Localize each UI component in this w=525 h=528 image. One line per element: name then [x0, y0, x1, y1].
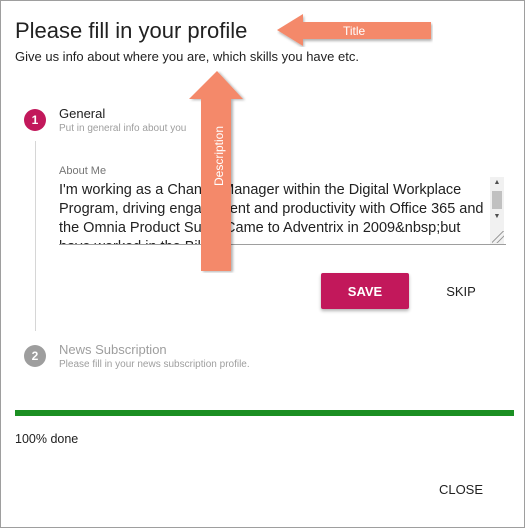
scroll-down-arrow-icon[interactable]: ▼ — [490, 211, 504, 223]
step-2-title[interactable]: News Subscription — [59, 342, 167, 357]
about-me-text[interactable]: I'm working as a Change Manager within t… — [59, 181, 484, 244]
save-button[interactable]: SAVE — [321, 273, 409, 309]
about-me-label: About Me — [59, 165, 107, 177]
step-1-title[interactable]: General — [59, 106, 105, 121]
close-button[interactable]: CLOSE — [431, 473, 491, 505]
step-1-description: Put in general info about you — [59, 123, 187, 134]
step-2-number-badge[interactable]: 2 — [24, 345, 46, 367]
dialog-subtitle: Give us info about where you are, which … — [15, 49, 359, 64]
scroll-thumb[interactable] — [492, 191, 502, 209]
dialog-title: Please fill in your profile — [15, 18, 248, 43]
profile-dialog: Please fill in your profile Give us info… — [0, 0, 525, 528]
progress-label: 100% done — [15, 432, 79, 446]
skip-button[interactable]: SKIP — [431, 273, 491, 309]
title-callout-label: Title — [343, 24, 366, 38]
step-2-description: Please fill in your news subscription pr… — [59, 359, 250, 370]
about-me-textarea[interactable]: I'm working as a Change Manager within t… — [59, 177, 506, 245]
step-1-number-badge[interactable]: 1 — [24, 109, 46, 131]
progress-bar-fill — [15, 410, 514, 416]
progress-bar — [15, 410, 514, 416]
step-connector-line — [35, 141, 36, 331]
resize-grip-icon[interactable] — [492, 231, 504, 243]
description-callout-label: Description — [212, 125, 226, 187]
scroll-up-arrow-icon[interactable]: ▲ — [490, 177, 504, 189]
